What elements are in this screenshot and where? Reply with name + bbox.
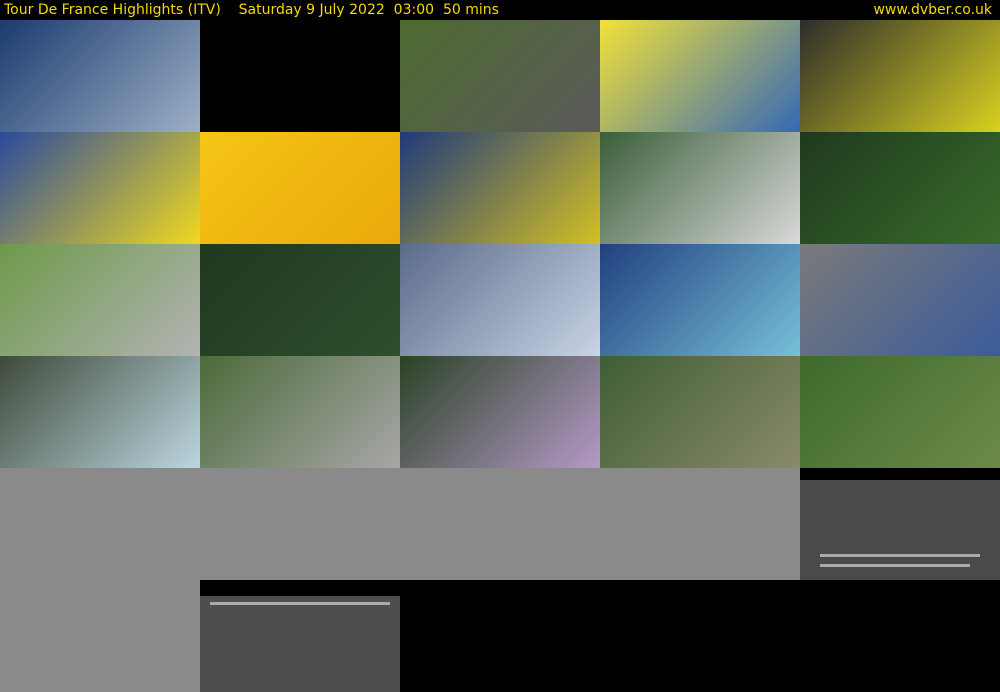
gray-block bbox=[0, 468, 800, 580]
video-thumbnail[interactable] bbox=[200, 20, 400, 132]
gray-block bbox=[0, 580, 200, 692]
static-line bbox=[820, 554, 980, 557]
broadcast-time: 03:00 bbox=[393, 2, 435, 18]
video-thumbnail[interactable] bbox=[800, 20, 1000, 132]
video-thumbnail[interactable] bbox=[200, 244, 400, 356]
video-thumbnail[interactable] bbox=[600, 20, 800, 132]
video-thumbnail[interactable] bbox=[800, 356, 1000, 468]
video-thumbnail[interactable] bbox=[0, 132, 200, 244]
video-thumbnail[interactable] bbox=[200, 132, 400, 244]
video-thumbnail[interactable] bbox=[600, 356, 800, 468]
video-thumbnail[interactable] bbox=[400, 20, 600, 132]
video-thumbnail[interactable] bbox=[800, 132, 1000, 244]
video-thumbnail[interactable] bbox=[400, 132, 600, 244]
video-thumbnail[interactable] bbox=[200, 356, 400, 468]
static-line bbox=[210, 602, 390, 605]
thumbnail-grid bbox=[0, 20, 1000, 692]
video-thumbnail[interactable] bbox=[0, 244, 200, 356]
video-thumbnail[interactable] bbox=[800, 244, 1000, 356]
header-left: Tour De France Highlights (ITV) Saturday… bbox=[4, 0, 499, 20]
broadcast-date: Saturday 9 July 2022 bbox=[238, 2, 385, 18]
programme-title: Tour De France Highlights (ITV) bbox=[4, 2, 221, 18]
video-thumbnail[interactable] bbox=[400, 244, 600, 356]
video-thumbnail[interactable] bbox=[400, 356, 600, 468]
video-thumbnail[interactable] bbox=[600, 132, 800, 244]
page-header: Tour De France Highlights (ITV) Saturday… bbox=[0, 0, 1000, 20]
duration: 50 mins bbox=[442, 2, 499, 18]
video-thumbnail[interactable] bbox=[0, 356, 200, 468]
video-thumbnail[interactable] bbox=[0, 20, 200, 132]
video-thumbnail[interactable] bbox=[600, 244, 800, 356]
static-line bbox=[820, 564, 970, 567]
site-link[interactable]: www.dvber.co.uk bbox=[873, 0, 992, 20]
gray-block bbox=[200, 596, 400, 692]
